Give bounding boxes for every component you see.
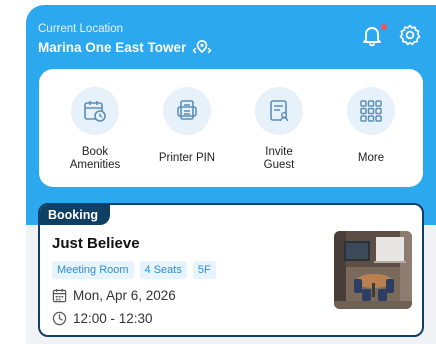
more-button[interactable]: More: [329, 87, 413, 165]
book-amenities-button[interactable]: Book Amenities: [53, 87, 137, 172]
location-selector[interactable]: Marina One East Tower: [38, 39, 212, 55]
booking-tag: Booking: [40, 205, 110, 225]
room-type-chip: Meeting Room: [52, 261, 134, 279]
current-location-label: Current Location: [38, 23, 124, 35]
location-pin-icon: [192, 40, 212, 54]
action-label: Book Amenities: [69, 146, 121, 171]
location-name: Marina One East Tower: [38, 39, 187, 55]
notification-dot: [381, 24, 387, 30]
calendar-icon: [52, 288, 67, 303]
booking-date: Mon, Apr 6, 2026: [73, 288, 176, 303]
clock-icon: [52, 311, 67, 326]
app-screen: Current Location Marina One East Tower B…: [26, 5, 436, 344]
meeting-room-photo: [334, 231, 412, 309]
calendar-clock-icon: [71, 87, 119, 135]
action-label: Printer PIN: [158, 152, 216, 164]
invite-guest-button[interactable]: Invite Guest: [237, 87, 321, 172]
booking-chips: Meeting Room 4 Seats 5F: [52, 261, 216, 279]
booking-title: Just Believe: [52, 235, 140, 252]
action-label: Invite Guest: [263, 146, 295, 171]
gear-icon[interactable]: [398, 23, 422, 47]
grid-icon: [347, 87, 395, 135]
booking-date-row: Mon, Apr 6, 2026: [52, 288, 176, 303]
action-label: More: [357, 152, 385, 164]
printer-pin-button[interactable]: Printer PIN: [145, 87, 229, 165]
booking-time: 12:00 - 12:30: [73, 311, 153, 326]
floor-chip: 5F: [192, 261, 216, 279]
booking-card[interactable]: Booking Just Believe Meeting Room 4 Seat…: [38, 203, 424, 337]
guest-badge-icon: [255, 87, 303, 135]
quick-actions-card: Book Amenities Printer PIN Invite Guest …: [39, 69, 423, 187]
printer-icon: [163, 87, 211, 135]
seats-chip: 4 Seats: [139, 261, 187, 279]
booking-time-row: 12:00 - 12:30: [52, 311, 153, 326]
